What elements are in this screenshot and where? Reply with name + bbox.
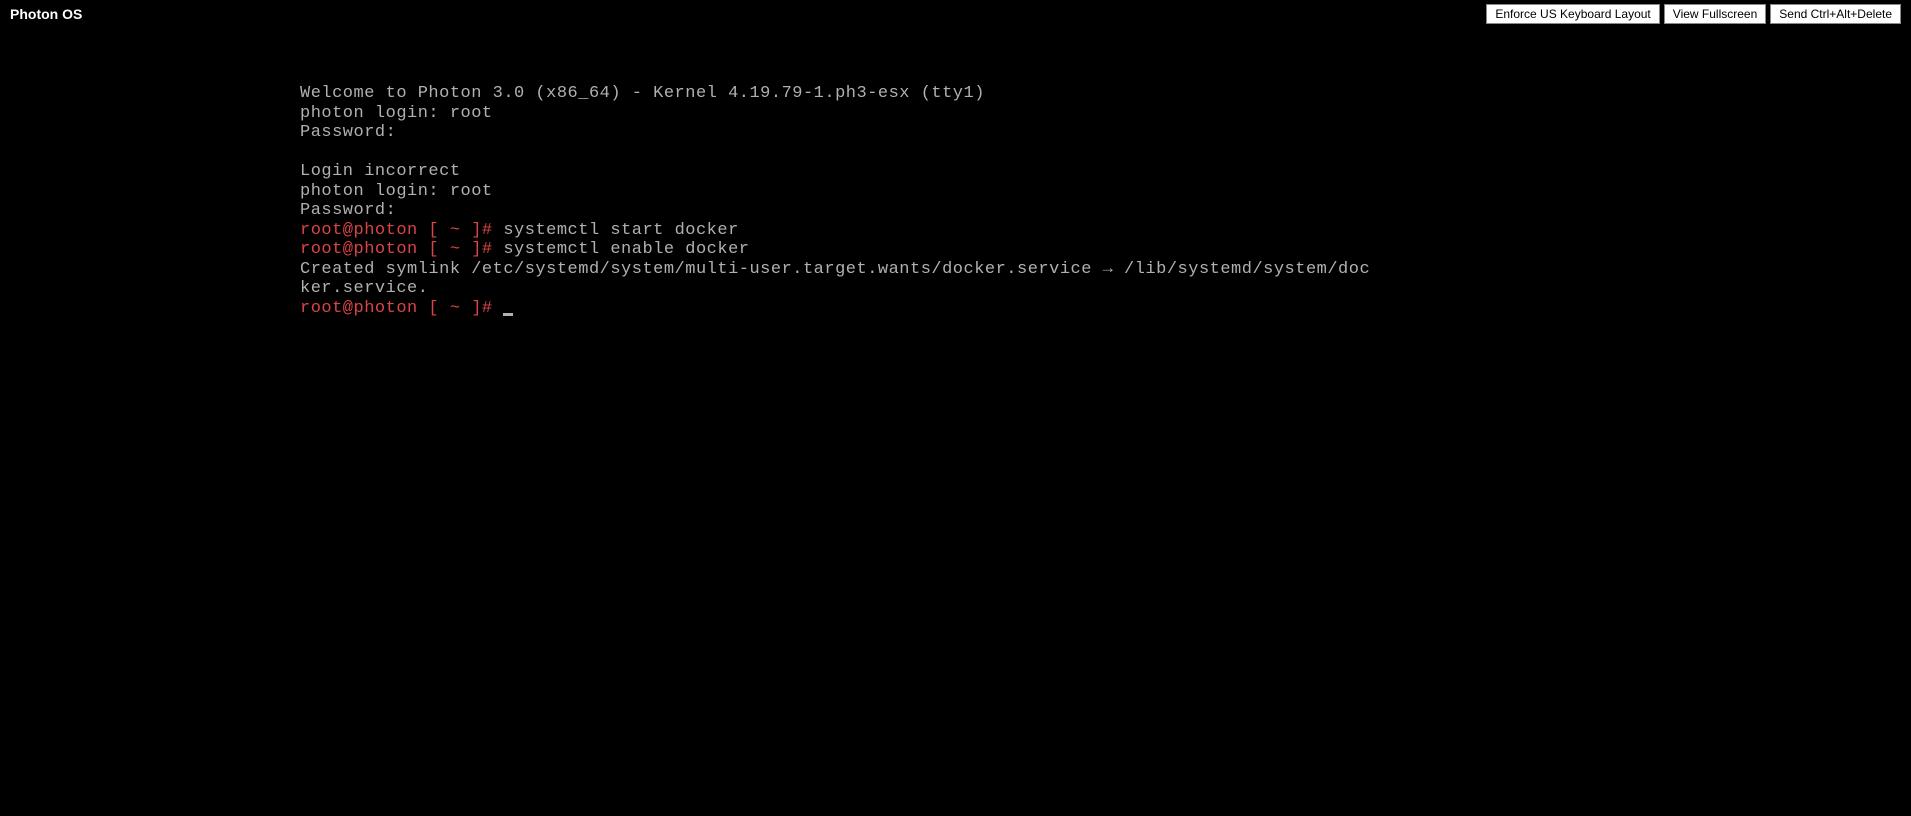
terminal-prompt: root@photon [ ~ ]# [300,240,493,259]
view-fullscreen-button[interactable]: View Fullscreen [1664,4,1766,24]
terminal-welcome-line: Welcome to Photon 3.0 (x86_64) - Kernel … [300,84,985,103]
terminal-command: systemctl start docker [493,221,739,240]
terminal-output-line: Created symlink /etc/systemd/system/mult… [300,260,1370,299]
cursor-icon [503,313,513,316]
terminal-prompt: root@photon [ ~ ]# [300,299,493,318]
terminal-password-line: Password: [300,201,396,220]
terminal-output[interactable]: Welcome to Photon 3.0 (x86_64) - Kernel … [300,84,1370,318]
terminal-password-line: Password: [300,123,396,142]
terminal-login-line: photon login: root [300,104,493,123]
terminal-login-line: photon login: root [300,182,493,201]
console-buttons: Enforce US Keyboard Layout View Fullscre… [1486,4,1901,24]
send-ctrl-alt-delete-button[interactable]: Send Ctrl+Alt+Delete [1770,4,1901,24]
enforce-keyboard-button[interactable]: Enforce US Keyboard Layout [1486,4,1659,24]
terminal-command: systemctl enable docker [493,240,750,259]
terminal-login-incorrect-line: Login incorrect [300,162,461,181]
terminal-prompt: root@photon [ ~ ]# [300,221,493,240]
header-bar: Photon OS Enforce US Keyboard Layout Vie… [0,0,1911,28]
terminal-command [493,299,504,318]
console-title: Photon OS [10,6,82,22]
